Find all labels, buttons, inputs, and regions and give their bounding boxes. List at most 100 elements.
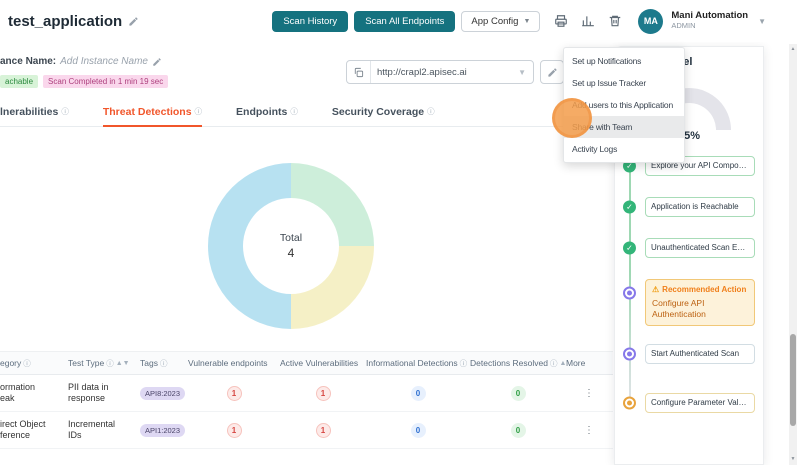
tab-threat-detections[interactable]: Threat Detectionsⓘ bbox=[103, 106, 202, 127]
step-recommended-action: ⚠ Recommended Action Configure API Authe… bbox=[645, 279, 755, 326]
avatar[interactable]: MA bbox=[638, 9, 663, 34]
cell-vulnerable-endpoints: 1 bbox=[188, 423, 280, 438]
step-unauthenticated-scan: ✓ Unauthenticated Scan Exe... bbox=[645, 238, 755, 258]
col-category: egoryⓘ bbox=[0, 358, 62, 369]
info-icon[interactable]: ⓘ bbox=[61, 106, 69, 117]
info-icon[interactable]: ⓘ bbox=[160, 358, 168, 369]
recommended-action-card[interactable]: ⚠ Recommended Action Configure API Authe… bbox=[645, 279, 755, 326]
step-label[interactable]: Start Authenticated Scan bbox=[645, 344, 755, 364]
count-badge: 1 bbox=[316, 423, 331, 438]
edit-instance-icon[interactable] bbox=[152, 57, 162, 67]
tag-badge: API8:2023 bbox=[140, 387, 185, 400]
info-icon[interactable]: ⓘ bbox=[106, 358, 114, 369]
cell-active-vulnerabilities: 1 bbox=[280, 423, 366, 438]
menu-item-share-with-team[interactable]: Share with Team bbox=[564, 116, 684, 138]
count-badge: 0 bbox=[411, 386, 426, 401]
col-informational-detections: Informational Detectionsⓘ bbox=[366, 358, 470, 369]
user-menu-chevron-icon[interactable]: ▼ bbox=[758, 17, 766, 26]
reachable-badge: achable bbox=[0, 75, 38, 88]
count-badge: 0 bbox=[511, 423, 526, 438]
col-vulnerable-endpoints[interactable]: Vulnerable endpoints bbox=[188, 358, 280, 368]
report-chart-icon[interactable] bbox=[581, 14, 595, 28]
delete-icon[interactable] bbox=[608, 14, 622, 28]
tab-endpoints[interactable]: Endpointsⓘ bbox=[236, 106, 298, 126]
col-detections-resolved[interactable]: Detections Resolvedⓘ▲▼ bbox=[470, 358, 566, 369]
table-row: ormation eak PII data in response API8:2… bbox=[0, 375, 613, 412]
count-badge: 1 bbox=[227, 423, 242, 438]
sort-icon[interactable]: ▲▼ bbox=[116, 360, 130, 367]
url-box[interactable]: http://crapl2.apisec.ai ▼ bbox=[346, 60, 534, 84]
info-icon[interactable]: ⓘ bbox=[427, 106, 435, 117]
info-icon[interactable]: ⓘ bbox=[550, 358, 558, 369]
tab-bar: lnerabilitiesⓘ Threat Detectionsⓘ Endpoi… bbox=[0, 100, 613, 127]
status-chip-row: achable Scan Completed in 1 min 19 sec bbox=[0, 75, 168, 88]
step-application-reachable: ✓ Application is Reachable bbox=[645, 197, 755, 217]
info-icon[interactable]: ⓘ bbox=[460, 358, 468, 369]
recommended-action-label: Configure API Authentication bbox=[652, 298, 748, 320]
cell-test-type: Incremental IDs bbox=[62, 419, 136, 442]
cell-category: irect Object ference bbox=[0, 419, 62, 442]
pending-step-icon bbox=[623, 397, 636, 410]
step-label[interactable]: Application is Reachable bbox=[645, 197, 755, 217]
step-start-authenticated-scan: Start Authenticated Scan bbox=[645, 344, 755, 364]
app-model-steps: ✓ Explore your API Composition ✓ Applica… bbox=[623, 156, 755, 413]
app-root: test_application Scan History Scan All E… bbox=[0, 0, 800, 465]
warning-icon: ⚠ bbox=[652, 285, 659, 294]
instance-name-label: ance Name: bbox=[0, 56, 56, 67]
check-icon: ✓ bbox=[623, 242, 636, 255]
cell-detections-resolved: 0 bbox=[470, 386, 566, 401]
app-actions-menu: Set up Notifications Set up Issue Tracke… bbox=[563, 47, 685, 163]
step-label[interactable]: Unauthenticated Scan Exe... bbox=[645, 238, 755, 258]
menu-item-set-up-issue-tracker[interactable]: Set up Issue Tracker bbox=[564, 72, 684, 94]
edit-title-icon[interactable] bbox=[128, 16, 139, 27]
step-label[interactable]: Configure Parameter Values bbox=[645, 393, 755, 413]
url-chevron-down-icon[interactable]: ▼ bbox=[518, 68, 533, 77]
print-icon[interactable] bbox=[554, 14, 568, 28]
threat-donut-chart[interactable]: Total 4 bbox=[208, 163, 374, 329]
cell-detections-resolved: 0 bbox=[470, 423, 566, 438]
col-test-type[interactable]: Test Typeⓘ▲▼ bbox=[62, 358, 136, 369]
cell-category: ormation eak bbox=[0, 382, 62, 405]
cell-informational-detections: 0 bbox=[366, 423, 470, 438]
cell-active-vulnerabilities: 1 bbox=[280, 386, 366, 401]
menu-item-activity-logs[interactable]: Activity Logs bbox=[564, 138, 684, 160]
scroll-up-icon[interactable]: ▲ bbox=[789, 46, 797, 52]
pending-step-icon bbox=[623, 287, 636, 300]
detections-table: egoryⓘ Test Typeⓘ▲▼ Tagsⓘ Vulnerable end… bbox=[0, 351, 613, 449]
scroll-down-icon[interactable]: ▼ bbox=[789, 456, 797, 462]
col-more: More bbox=[566, 358, 606, 368]
user-role: ADMIN bbox=[671, 22, 748, 31]
col-tags: Tagsⓘ bbox=[136, 358, 188, 369]
cell-tags: API8:2023 bbox=[136, 387, 188, 400]
cell-test-type: PII data in response bbox=[62, 382, 136, 405]
target-url: http://crapl2.apisec.ai bbox=[371, 67, 518, 78]
donut-center: Total 4 bbox=[243, 198, 339, 294]
table-row: irect Object ference Incremental IDs API… bbox=[0, 412, 613, 449]
count-badge: 0 bbox=[411, 423, 426, 438]
kebab-menu-icon[interactable]: ⋮ bbox=[584, 425, 594, 436]
add-instance-name[interactable]: Add Instance Name bbox=[60, 56, 148, 67]
app-header: test_application Scan History Scan All E… bbox=[0, 0, 800, 42]
cell-more: ⋮ bbox=[566, 425, 606, 436]
copy-url-icon[interactable] bbox=[347, 61, 371, 83]
scrollbar[interactable]: ▲ ▼ bbox=[789, 44, 797, 465]
tab-vulnerabilities[interactable]: lnerabilitiesⓘ bbox=[0, 106, 69, 126]
app-config-label: App Config bbox=[471, 16, 518, 27]
app-config-button[interactable]: App Config ▼ bbox=[461, 11, 540, 32]
info-icon[interactable]: ⓘ bbox=[23, 358, 31, 369]
donut-total-label: Total bbox=[280, 232, 302, 244]
tab-security-coverage[interactable]: Security Coverageⓘ bbox=[332, 106, 435, 126]
info-icon[interactable]: ⓘ bbox=[195, 106, 203, 117]
tag-badge: API1:2023 bbox=[140, 424, 185, 437]
scrollbar-thumb[interactable] bbox=[790, 334, 796, 426]
kebab-menu-icon[interactable]: ⋮ bbox=[584, 388, 594, 399]
menu-item-set-up-notifications[interactable]: Set up Notifications bbox=[564, 50, 684, 72]
instance-name-row: ance Name: Add Instance Name bbox=[0, 56, 162, 67]
scan-completed-badge: Scan Completed in 1 min 19 sec bbox=[43, 75, 168, 88]
scan-history-button[interactable]: Scan History bbox=[272, 11, 348, 32]
scan-all-endpoints-button[interactable]: Scan All Endpoints bbox=[354, 11, 455, 32]
count-badge: 1 bbox=[227, 386, 242, 401]
menu-item-add-users[interactable]: Add users to this Application bbox=[564, 94, 684, 116]
info-icon[interactable]: ⓘ bbox=[290, 106, 298, 117]
edit-url-button[interactable] bbox=[540, 60, 564, 84]
